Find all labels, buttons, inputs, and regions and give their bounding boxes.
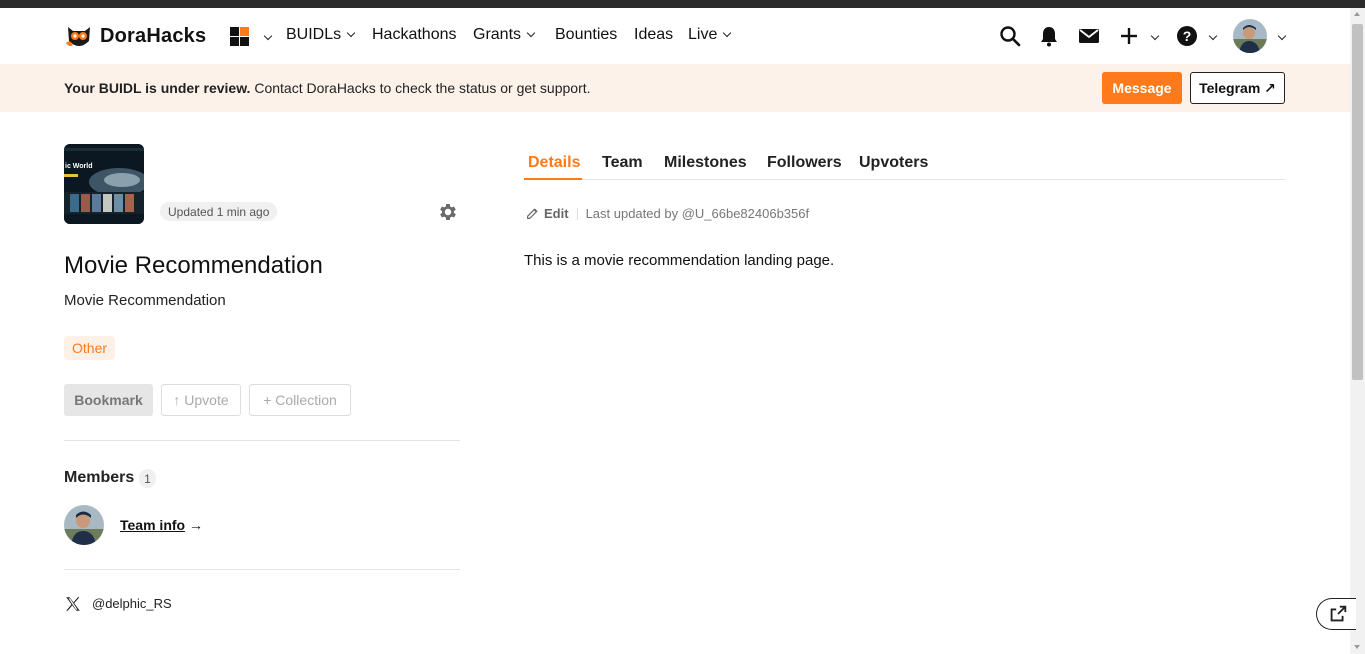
bookmark-button[interactable]: Bookmark	[64, 384, 153, 416]
chevron-down-icon	[526, 28, 536, 38]
scroll-down-arrow-icon[interactable]	[1354, 645, 1360, 649]
chevron-down-icon[interactable]	[263, 31, 273, 41]
chevron-down-icon[interactable]	[1150, 31, 1160, 41]
scrollbar-thumb[interactable]	[1352, 24, 1363, 380]
tab-details[interactable]: Details	[528, 154, 580, 172]
collection-button[interactable]: + Collection	[249, 384, 351, 416]
chevron-down-icon[interactable]	[1277, 31, 1287, 41]
project-subtitle: Movie Recommendation	[64, 292, 226, 309]
project-title: Movie Recommendation	[64, 252, 323, 279]
chevron-down-icon[interactable]	[1208, 31, 1218, 41]
nav-live[interactable]: Live	[688, 26, 732, 44]
top-navigation: DoraHacks BUIDLs Hackathons Grants Bount…	[0, 8, 1350, 64]
last-updated-text: Last updated by @U_66be82406b356f	[585, 206, 810, 221]
review-banner: Your BUIDL is under review. Contact Dora…	[0, 64, 1350, 112]
nav-ideas[interactable]: Ideas	[634, 26, 673, 44]
message-button[interactable]: Message	[1102, 72, 1182, 104]
svg-text:?: ?	[1183, 28, 1192, 44]
share-button[interactable]	[1316, 598, 1356, 630]
pencil-icon[interactable]	[526, 207, 539, 220]
tab-followers[interactable]: Followers	[767, 154, 842, 172]
tab-upvoters[interactable]: Upvoters	[859, 154, 928, 172]
x-twitter-icon	[66, 597, 80, 611]
help-icon[interactable]: ?	[1175, 24, 1199, 48]
edit-button[interactable]: Edit	[544, 206, 569, 221]
scroll-up-arrow-icon[interactable]	[1354, 12, 1360, 16]
category-tag[interactable]: Other	[64, 336, 116, 360]
nav-buidls[interactable]: BUIDLs	[286, 26, 356, 44]
divider	[64, 569, 460, 570]
chevron-down-icon	[723, 28, 732, 38]
dorahacks-logo[interactable]: DoraHacks	[64, 21, 206, 51]
mail-icon[interactable]	[1077, 24, 1101, 48]
edit-row: Edit Last updated by @U_66be82406b356f	[526, 206, 809, 221]
browser-top-edge	[0, 0, 1365, 8]
search-icon[interactable]	[998, 24, 1022, 48]
separator	[576, 207, 578, 220]
members-heading: Members	[64, 469, 135, 486]
project-tabs: Details Team Milestones Followers Upvote…	[524, 140, 1285, 180]
updated-badge: Updated 1 min ago	[160, 202, 278, 221]
share-icon	[1330, 605, 1347, 622]
team-info-link[interactable]: Team info →	[120, 517, 203, 533]
nav-bounties[interactable]: Bounties	[555, 26, 617, 44]
active-tab-indicator	[524, 178, 582, 180]
apps-grid-icon[interactable]	[230, 27, 249, 46]
bell-icon[interactable]	[1037, 24, 1061, 48]
telegram-button[interactable]: Telegram ↗	[1190, 72, 1285, 104]
gear-icon[interactable]	[437, 201, 459, 223]
owl-logo-icon	[66, 27, 90, 47]
user-avatar[interactable]	[1233, 19, 1267, 53]
members-count-badge: 1	[139, 469, 156, 488]
nav-hackathons[interactable]: Hackathons	[372, 26, 457, 44]
upvote-button[interactable]: ↑ Upvote	[161, 384, 241, 416]
twitter-handle[interactable]: @delphic_RS	[92, 596, 172, 611]
tab-team[interactable]: Team	[602, 154, 643, 172]
review-message: Your BUIDL is under review. Contact Dora…	[64, 80, 591, 96]
logo-text: DoraHacks	[100, 24, 207, 47]
details-body: This is a movie recommendation landing p…	[524, 252, 835, 269]
nav-grants[interactable]: Grants	[473, 26, 536, 44]
member-avatar[interactable]	[64, 505, 104, 545]
project-thumbnail: ic World	[64, 144, 144, 224]
thumbnail-caption: ic World	[65, 163, 92, 170]
chevron-down-icon	[346, 28, 356, 38]
tab-milestones[interactable]: Milestones	[664, 154, 747, 172]
divider	[64, 440, 460, 441]
plus-icon[interactable]	[1117, 24, 1141, 48]
